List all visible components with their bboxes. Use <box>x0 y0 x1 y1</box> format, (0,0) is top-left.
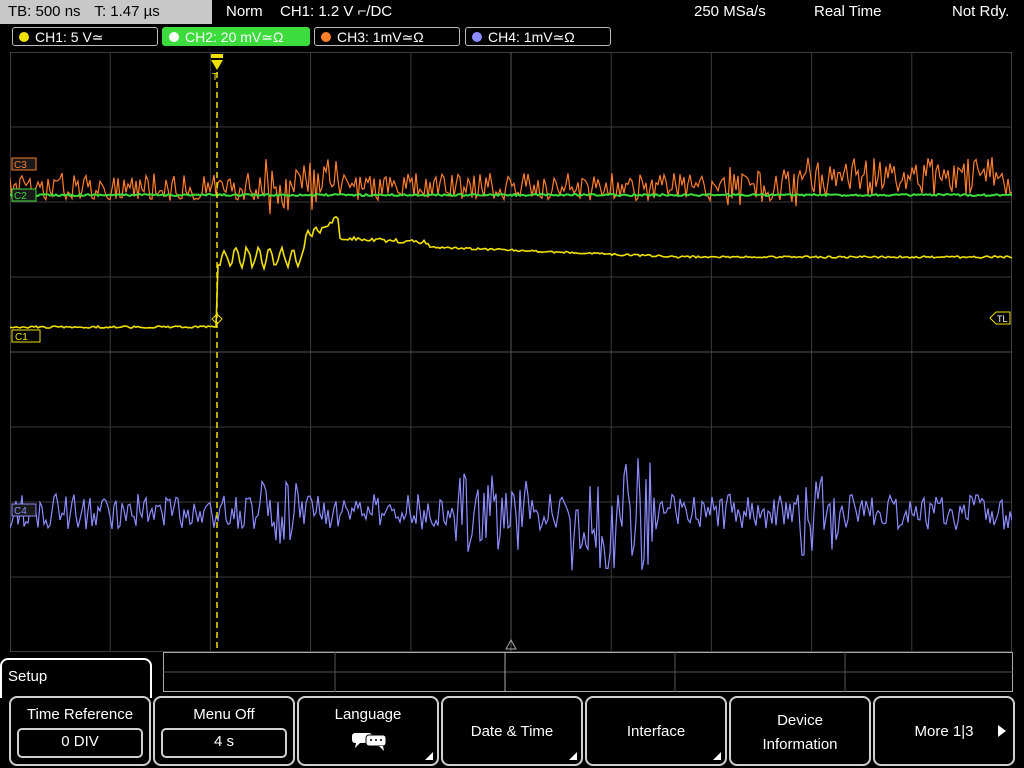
trigger-time-value: T: 1.47 µs <box>94 3 160 20</box>
menu-off-softkey[interactable]: Menu Off 4 s <box>153 696 295 766</box>
device-information-label-line1: Device <box>777 712 823 729</box>
channel-1-marker-label: C1 <box>15 332 28 343</box>
channel-3-marker-label: C3 <box>14 160 27 171</box>
submenu-indicator-icon <box>425 752 433 760</box>
channel-1-label: CH1: 5 V≃ <box>35 29 104 45</box>
time-reference-value[interactable]: 0 DIV <box>17 728 143 758</box>
language-label: Language <box>334 706 402 723</box>
trigger-level-label: TL <box>997 314 1008 324</box>
channel-4-label: CH4: 1mV≃Ω <box>488 29 575 45</box>
channel-bar: CH1: 5 V≃ CH2: 20 mV≃Ω CH3: 1mV≃Ω CH4: 1… <box>0 26 1024 48</box>
interface-softkey[interactable]: Interface <box>585 696 727 766</box>
trigger-status: Not Rdy. <box>952 3 1010 20</box>
channel-2-marker-label: C2 <box>14 191 27 202</box>
submenu-indicator-icon <box>713 752 721 760</box>
menu-title-tab: Setup <box>0 658 152 698</box>
acquisition-mode: Real Time <box>814 3 882 20</box>
softkey-bar: Time Reference 0 DIV Menu Off 4 s Langua… <box>0 696 1024 768</box>
timebase-box[interactable]: TB: 500 ns T: 1.47 µs <box>0 0 212 24</box>
channel-3-ground-marker[interactable]: C3 <box>11 157 37 171</box>
waveform-graticule[interactable]: T C1 C3 C2 C4 TL <box>9 51 1013 653</box>
time-reference-label: Time Reference <box>26 706 134 723</box>
menu-title: Setup <box>8 668 48 685</box>
submenu-indicator-icon <box>569 752 577 760</box>
menu-off-value[interactable]: 4 s <box>161 728 287 758</box>
channel-2-ground-marker[interactable]: C2 <box>11 188 37 202</box>
time-reference-softkey[interactable]: Time Reference 0 DIV <box>9 696 151 766</box>
more-softkey[interactable]: More 1|3 <box>873 696 1015 766</box>
interface-label: Interface <box>626 723 686 740</box>
channel-2-color-dot <box>169 32 179 42</box>
channel-3-color-dot <box>321 32 331 42</box>
sample-rate: 250 MSa/s <box>694 3 766 20</box>
channel-1-button[interactable]: CH1: 5 V≃ <box>12 27 158 46</box>
channel-4-color-dot <box>472 32 482 42</box>
speech-bubble-icon <box>352 733 387 751</box>
device-information-softkey[interactable]: Device Information <box>729 696 871 766</box>
channel-3-label: CH3: 1mV≃Ω <box>337 29 424 45</box>
channel-2-button[interactable]: CH2: 20 mV≃Ω <box>162 27 310 46</box>
date-time-label: Date & Time <box>470 723 554 740</box>
reference-waveform-area <box>163 652 1013 692</box>
channel-1-color-dot <box>19 32 29 42</box>
channel-3-button[interactable]: CH3: 1mV≃Ω <box>314 27 460 46</box>
device-information-label-line2: Information <box>762 736 838 753</box>
trigger-marker-label: T <box>212 72 218 83</box>
trigger-info[interactable]: CH1: 1.2 V ⌐/DC <box>280 0 392 24</box>
top-status-bar: TB: 500 ns T: 1.47 µs Norm CH1: 1.2 V ⌐/… <box>0 0 1024 24</box>
language-softkey[interactable]: Language <box>297 696 439 766</box>
channel-4-button[interactable]: CH4: 1mV≃Ω <box>465 27 611 46</box>
date-time-softkey[interactable]: Date & Time <box>441 696 583 766</box>
more-label: More 1|3 <box>914 723 974 740</box>
channel-2-label: CH2: 20 mV≃Ω <box>185 29 284 45</box>
channel-4-marker-label: C4 <box>14 506 27 517</box>
next-page-arrow-icon <box>998 725 1006 737</box>
trigger-mode[interactable]: Norm <box>226 0 263 24</box>
timebase-value: TB: 500 ns <box>8 3 81 20</box>
channel-4-ground-marker[interactable]: C4 <box>11 503 37 517</box>
waveform-display[interactable]: T C1 C3 C2 C4 TL <box>9 51 1013 653</box>
menu-off-label: Menu Off <box>193 706 255 723</box>
